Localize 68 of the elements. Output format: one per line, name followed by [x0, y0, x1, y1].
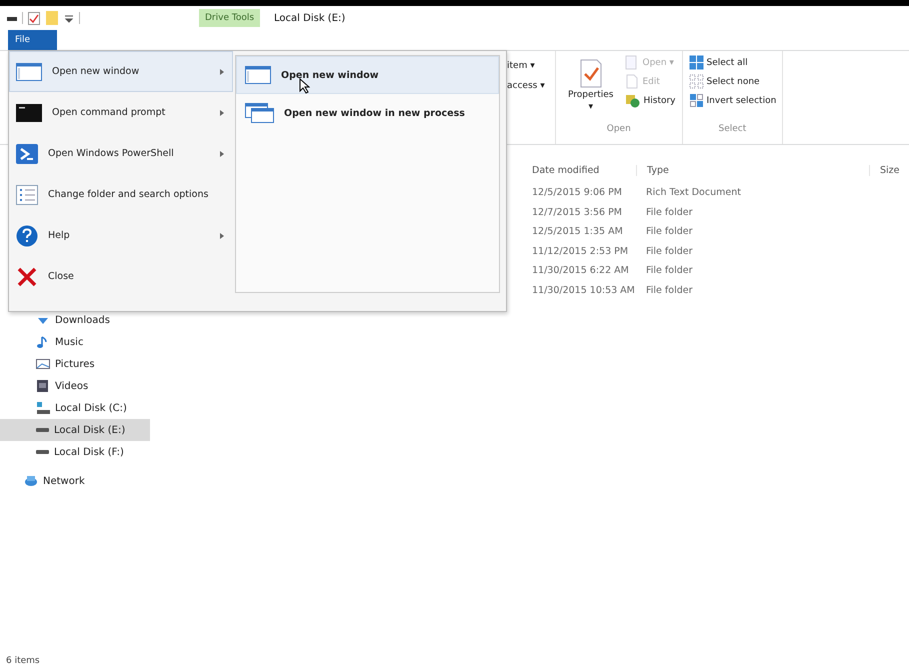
history-icon	[625, 93, 640, 108]
ribbon-command[interactable]: History	[625, 93, 676, 108]
powershell-icon	[16, 144, 38, 164]
menu-item[interactable]: Close	[9, 256, 233, 297]
table-cell-text: File folder	[645, 226, 694, 238]
table-cell-text: 11/30/2015 10:53 AM	[531, 284, 636, 296]
menu-item[interactable]: Help	[9, 215, 233, 256]
close-icon	[16, 266, 38, 288]
properties-icon	[27, 10, 41, 26]
menu-item[interactable]: Open Windows PowerShell	[9, 133, 233, 174]
help-icon	[16, 224, 38, 246]
navigation-item[interactable]: Local Disk (E:)	[0, 419, 150, 441]
document-icon	[625, 55, 640, 70]
navigation-item[interactable]: Local Disk (F:)	[0, 441, 150, 463]
drive-icon	[36, 450, 49, 454]
file-tab[interactable]: File	[8, 30, 57, 50]
table-cell-text: 11/30/2015 6:22 AM	[531, 265, 630, 276]
menu-item[interactable]: Change folder and search options	[9, 174, 233, 215]
options-list-icon	[16, 184, 38, 204]
column-header[interactable]: Date modified	[522, 164, 636, 176]
table-cell-text: File folder	[645, 206, 694, 218]
menu-item[interactable]: Open new window	[236, 56, 499, 94]
film-icon	[36, 379, 50, 393]
navigation-item[interactable]: Network	[0, 470, 150, 492]
table-cell-text: Rich Text Document	[645, 187, 742, 198]
ribbon-command[interactable]: Select all	[688, 55, 776, 70]
properties-button[interactable]: Properties ▾	[562, 55, 620, 119]
window-icon	[245, 66, 271, 84]
invert-selection-icon	[688, 93, 704, 108]
group-label: Open	[606, 123, 632, 134]
table-cell-text: File folder	[645, 265, 694, 276]
menu-item[interactable]: Open new window	[9, 51, 233, 92]
context-tab[interactable]: Drive Tools	[199, 9, 260, 27]
mouse-pointer-icon	[299, 78, 310, 94]
table-cell-text: 12/5/2015 1:35 AM	[531, 226, 624, 238]
properties-icon	[578, 59, 604, 88]
status-text: 6 items	[6, 656, 40, 666]
command-prompt-icon	[16, 104, 42, 122]
system-drive-icon	[36, 401, 50, 415]
navigation-item[interactable]: Pictures	[0, 353, 150, 375]
table-cell-text: 12/5/2015 9:06 PM	[531, 187, 624, 198]
column-header[interactable]: Size	[869, 164, 909, 176]
column-header[interactable]: Type	[636, 164, 869, 176]
page-icon	[625, 74, 640, 89]
window-icon	[16, 62, 42, 80]
navigation-item[interactable]: Music	[0, 331, 150, 353]
menu-item[interactable]: Open new window in new process	[236, 94, 499, 132]
select-all-icon	[688, 55, 704, 70]
menu-item[interactable]: Open command prompt	[9, 92, 233, 133]
windows-icon	[245, 103, 274, 123]
drive-icon	[36, 428, 49, 432]
navigation-item[interactable]: Videos	[0, 375, 150, 397]
select-none-icon	[688, 74, 704, 89]
ribbon-command[interactable]: item ▾	[507, 61, 549, 71]
table-cell-text: 12/7/2015 3:56 PM	[531, 206, 624, 218]
table-cell-text: 11/12/2015 2:53 PM	[531, 246, 630, 257]
navigation-item[interactable]: Local Disk (C:)	[0, 397, 150, 419]
table-cell-text: File folder	[645, 284, 694, 296]
network-icon	[24, 474, 38, 488]
table-cell-text: File folder	[645, 246, 694, 257]
navigation-item[interactable]: Downloads	[0, 309, 150, 331]
group-label: Select	[718, 123, 748, 134]
ribbon-command[interactable]: Invert selection	[688, 93, 776, 108]
picture-icon	[36, 357, 50, 371]
ribbon-command[interactable]: Select none	[688, 74, 776, 89]
folder-icon	[45, 10, 59, 26]
window-title: Local Disk (E:)	[274, 12, 346, 24]
ribbon-command[interactable]: access ▾	[507, 81, 549, 91]
